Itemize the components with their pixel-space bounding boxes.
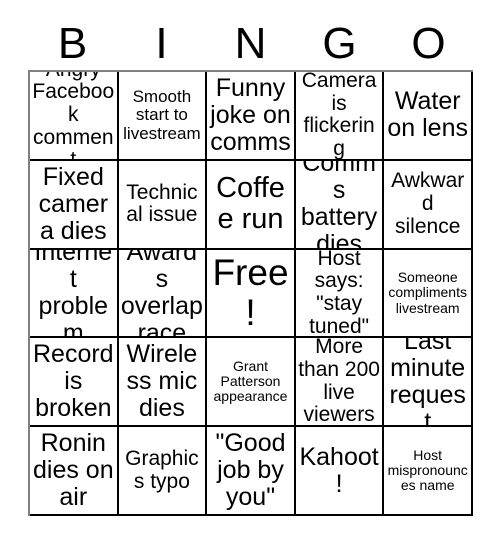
bingo-cell[interactable]: Awards overlap race — [118, 249, 208, 339]
bingo-cell-text: Last minute request — [389, 338, 466, 428]
bingo-cell[interactable]: Water on lens — [384, 72, 473, 161]
bingo-cell-text: Ronin dies on air — [32, 429, 114, 512]
bingo-cell-text: Kahoot! — [299, 442, 379, 498]
bingo-cell[interactable]: "Good job by you" — [207, 427, 296, 516]
bingo-cell-text: Technical issue — [126, 180, 198, 227]
bingo-cell[interactable]: Technical issue — [118, 160, 208, 250]
bingo-cell[interactable]: Camera is flickering — [295, 72, 385, 161]
bingo-card: B I N G O Angry Facebook comment Smooth … — [0, 0, 500, 544]
bingo-cell[interactable]: Coffee run — [207, 160, 296, 250]
bingo-cell[interactable]: More than 200 live viewers — [295, 338, 385, 428]
bingo-cell[interactable]: Awkward silence — [384, 160, 473, 250]
bingo-cell-text: "Good job by you" — [215, 429, 286, 512]
bingo-cell-text: Awkward silence — [391, 169, 465, 238]
bingo-cell-text: Internet problem — [34, 249, 113, 339]
bingo-cell-text: Fixed camera dies — [38, 162, 109, 245]
bingo-cell-text: Angry Facebook comment — [32, 72, 115, 161]
bingo-cell-text: Comms battery dies — [300, 160, 378, 250]
bingo-cell[interactable]: Kahoot! — [295, 427, 385, 516]
header-letter-o: O — [411, 19, 446, 68]
bingo-cell[interactable]: Internet problem — [30, 249, 119, 339]
bingo-cell[interactable]: Wireless mic dies — [118, 338, 208, 428]
bingo-header: B I N G O — [28, 18, 473, 70]
bingo-cell[interactable]: Graphics typo — [118, 427, 208, 516]
bingo-cell-text: Funny joke on comms — [210, 73, 291, 156]
header-letter-n: N — [234, 19, 267, 68]
bingo-cell-text: Host says: "stay tuned" — [309, 249, 370, 338]
bingo-cell[interactable]: Record is broken — [30, 338, 119, 428]
bingo-cell[interactable]: Host says: "stay tuned" — [295, 249, 385, 339]
bingo-cell-free[interactable]: Free! — [207, 249, 296, 339]
bingo-cell-free-text: Free! — [212, 252, 289, 333]
bingo-cell-text: Grant Patterson appearance — [213, 358, 288, 405]
bingo-cell[interactable]: Angry Facebook comment — [30, 72, 119, 161]
bingo-cell-text: More than 200 live viewers — [298, 338, 380, 427]
bingo-cell-text: Smooth start to livestream — [123, 86, 201, 143]
bingo-cell[interactable]: Fixed camera dies — [30, 160, 119, 250]
bingo-cell-text: Host mispronounces name — [387, 446, 468, 494]
bingo-cell[interactable]: Host mispronounces name — [384, 427, 473, 516]
bingo-cell-text: Water on lens — [387, 87, 468, 143]
bingo-cell[interactable]: Comms battery dies — [295, 160, 385, 250]
bingo-cell-text: Wireless mic dies — [126, 340, 198, 423]
bingo-cell[interactable]: Grant Patterson appearance — [207, 338, 296, 428]
bingo-cell[interactable]: Smooth start to livestream — [118, 72, 208, 161]
bingo-cell[interactable]: Ronin dies on air — [30, 427, 119, 516]
bingo-cell-text: Graphics typo — [125, 446, 199, 493]
bingo-grid: Angry Facebook comment Smooth start to l… — [28, 70, 473, 516]
bingo-cell[interactable]: Funny joke on comms — [207, 72, 296, 161]
bingo-cell-text: Someone compliments livestream — [388, 269, 467, 316]
bingo-cell-text: Camera is flickering — [301, 72, 377, 161]
bingo-cell[interactable]: Someone compliments livestream — [384, 249, 473, 339]
bingo-cell-text: Awards overlap race — [120, 249, 203, 339]
header-letter-g: G — [322, 19, 357, 68]
header-letter-i: I — [155, 19, 168, 68]
bingo-cell-text: Record is broken — [33, 340, 114, 423]
bingo-cell-text: Coffee run — [216, 171, 285, 236]
header-letter-b: B — [57, 19, 88, 68]
bingo-cell[interactable]: Last minute request — [384, 338, 473, 428]
